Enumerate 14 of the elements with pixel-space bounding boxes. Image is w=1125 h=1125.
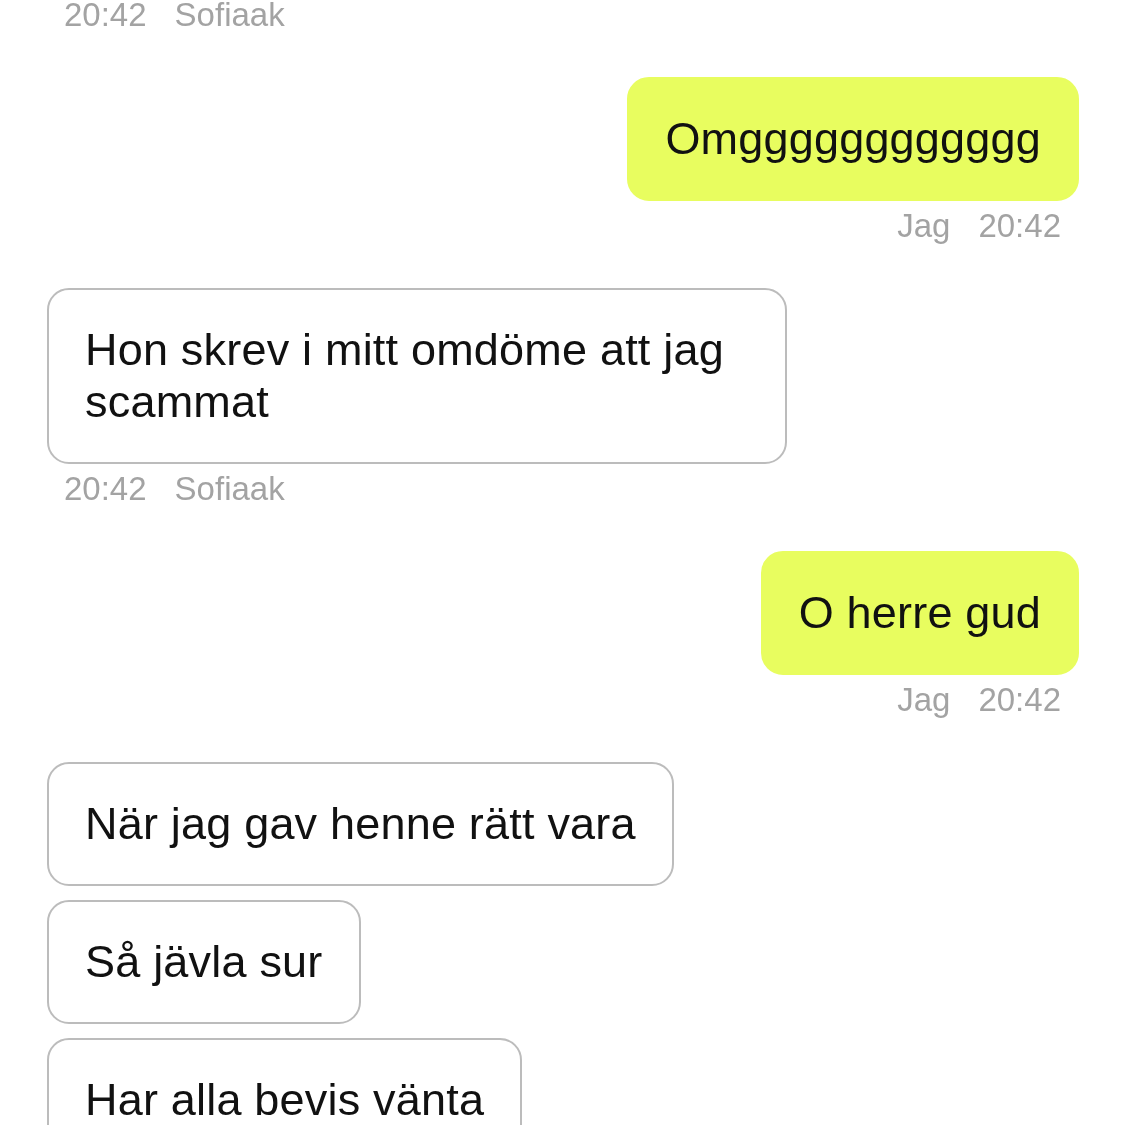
message-bubble: När jag gav henne rätt vara: [47, 762, 674, 886]
message-bubble: Har alla bevis vänta: [47, 1038, 523, 1125]
sender-name: Sofiaak: [174, 0, 285, 32]
sender-name: Jag: [897, 683, 951, 717]
message-time: 20:42: [64, 472, 147, 506]
message-time: 20:42: [978, 209, 1061, 243]
message-bubble: O herre gud: [760, 551, 1079, 675]
message-bubble: Omgggggggggggg: [627, 77, 1079, 201]
sender-name: Jag: [897, 209, 951, 243]
message-bubble: Så jävla sur: [47, 900, 361, 1024]
sender-name: Sofiaak: [174, 472, 285, 506]
message-time: 20:42: [64, 0, 147, 32]
message-bubble: Hon skrev i mitt omdöme att jag scammat: [47, 288, 787, 464]
message-time: 20:42: [978, 683, 1061, 717]
